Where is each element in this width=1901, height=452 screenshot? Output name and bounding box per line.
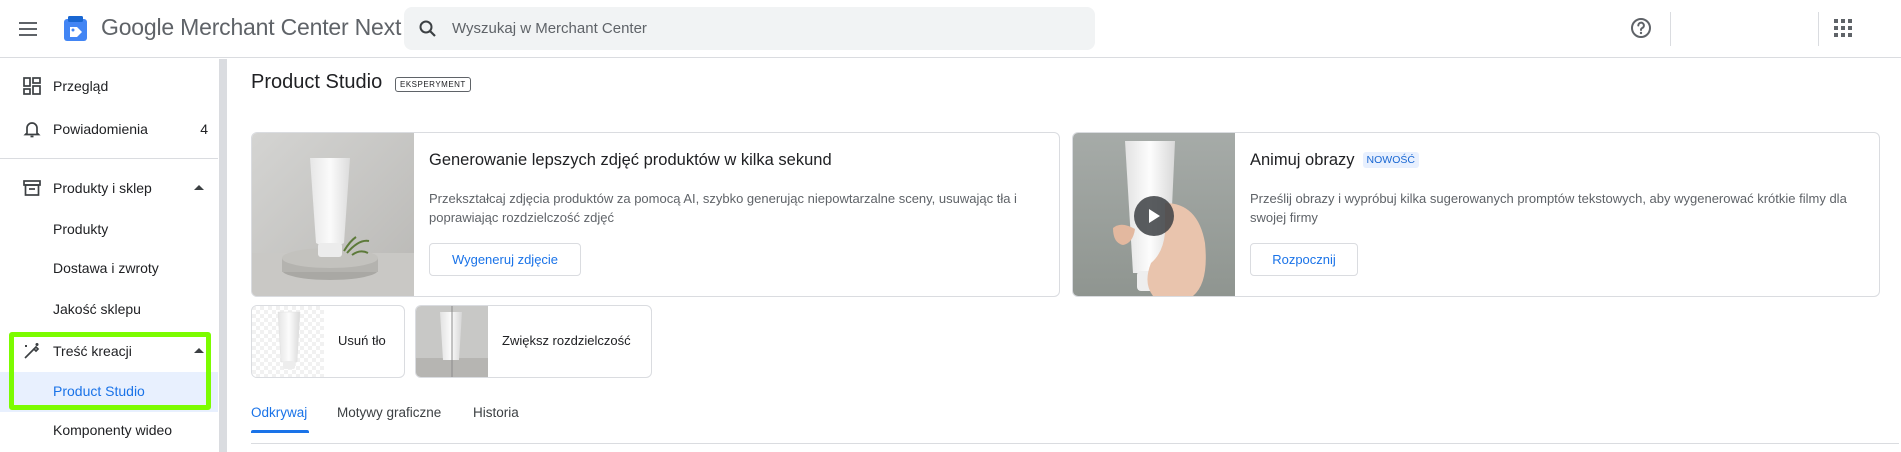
- top-app-bar: Google Merchant Center Next Wyszukaj w M…: [0, 0, 1901, 58]
- header-divider: [1818, 12, 1819, 46]
- new-badge: NOWOŚĆ: [1362, 152, 1419, 168]
- sidebar-item-label: Powiadomienia: [53, 121, 148, 137]
- sidebar-item-label: Treść kreacji: [53, 343, 132, 359]
- sidebar-item-label: Komponenty wideo: [53, 422, 173, 438]
- sidebar-scrollbar[interactable]: [219, 59, 227, 452]
- play-button-icon[interactable]: [1134, 196, 1174, 236]
- collapse-caret-icon[interactable]: [194, 185, 204, 190]
- store-icon: [22, 178, 42, 198]
- mini-card-label: Zwiększ rozdzielczość: [502, 333, 631, 348]
- sidebar-item-shipping-returns[interactable]: Dostawa i zwroty: [0, 249, 218, 289]
- app-title[interactable]: Google Merchant Center Next: [101, 14, 401, 41]
- sidebar-item-label: Produkty: [53, 221, 109, 237]
- sidebar-item-products-and-store[interactable]: Produkty i sklep: [0, 168, 218, 208]
- apps-grid-icon[interactable]: [1832, 17, 1854, 39]
- tab-graphic-themes[interactable]: Motywy graficzne: [337, 405, 441, 420]
- experiment-badge: EKSPERYMENT: [395, 77, 471, 92]
- sidebar-divider: [0, 158, 218, 159]
- product-tube-image: [252, 133, 414, 296]
- collapse-caret-icon[interactable]: [194, 348, 204, 353]
- card-title: Animuj obrazy NOWOŚĆ: [1250, 151, 1419, 170]
- notification-count: 4: [200, 121, 208, 137]
- sidebar-item-video-components[interactable]: Komponenty wideo: [0, 411, 218, 451]
- card-description: Przekształcaj zdjęcia produktów za pomoc…: [429, 191, 1017, 225]
- search-input[interactable]: Wyszukaj w Merchant Center: [452, 20, 647, 37]
- sidebar-item-store-quality[interactable]: Jakość sklepu: [0, 290, 218, 330]
- upscale-tube-image: [416, 306, 488, 377]
- header-divider: [1670, 12, 1671, 46]
- card-title: Generowanie lepszych zdjęć produktów w k…: [429, 151, 832, 169]
- menu-icon[interactable]: [14, 15, 42, 43]
- generate-photo-button[interactable]: Wygeneruj zdjęcie: [429, 243, 581, 276]
- sidebar-item-label: Jakość sklepu: [53, 301, 141, 317]
- bell-icon: [22, 119, 42, 139]
- active-tab-indicator: [251, 430, 309, 433]
- sidebar-item-products[interactable]: Produkty: [0, 210, 218, 250]
- generate-photos-card[interactable]: Generowanie lepszych zdjęć produktów w k…: [251, 132, 1060, 297]
- page-title: Product Studio: [251, 71, 383, 93]
- sidebar-nav: Przegląd Powiadomienia 4 Produkty i skle…: [0, 59, 220, 452]
- tabs-divider: [251, 443, 1899, 444]
- transparent-tube-image: [252, 306, 324, 377]
- sidebar-item-notifications[interactable]: Powiadomienia 4: [0, 109, 218, 149]
- tab-history[interactable]: Historia: [473, 405, 519, 420]
- sidebar-item-label: Produkty i sklep: [53, 180, 152, 196]
- mini-card-label: Usuń tło: [338, 333, 386, 348]
- search-icon: [418, 19, 438, 39]
- merchant-center-logo-icon[interactable]: [62, 15, 89, 42]
- dashboard-icon: [22, 76, 42, 96]
- search-bar[interactable]: Wyszukaj w Merchant Center: [404, 7, 1095, 50]
- animate-images-card[interactable]: Animuj obrazy NOWOŚĆ Prześlij obrazy i wy…: [1072, 132, 1880, 297]
- sidebar-item-label: Product Studio: [53, 383, 145, 399]
- sidebar-item-creative-content[interactable]: Treść kreacji: [0, 331, 218, 371]
- sidebar-item-label: Przegląd: [53, 78, 109, 94]
- sidebar-item-product-studio[interactable]: Product Studio: [0, 372, 218, 412]
- card-title-text: Animuj obrazy: [1250, 151, 1355, 169]
- start-button[interactable]: Rozpocznij: [1250, 243, 1358, 276]
- upscale-resolution-card[interactable]: Zwiększ rozdzielczość: [415, 305, 652, 378]
- tab-discover[interactable]: Odkrywaj: [251, 405, 307, 420]
- card-description: Prześlij obrazy i wypróbuj kilka sugerow…: [1250, 191, 1847, 225]
- magic-pen-icon: [22, 341, 42, 361]
- sidebar-item-label: Dostawa i zwroty: [53, 260, 159, 276]
- sidebar-item-overview[interactable]: Przegląd: [0, 66, 218, 106]
- main-content: Product Studio EKSPERYMENT Generowanie l…: [229, 59, 1901, 452]
- help-icon[interactable]: [1629, 16, 1653, 40]
- remove-background-card[interactable]: Usuń tło: [251, 305, 405, 378]
